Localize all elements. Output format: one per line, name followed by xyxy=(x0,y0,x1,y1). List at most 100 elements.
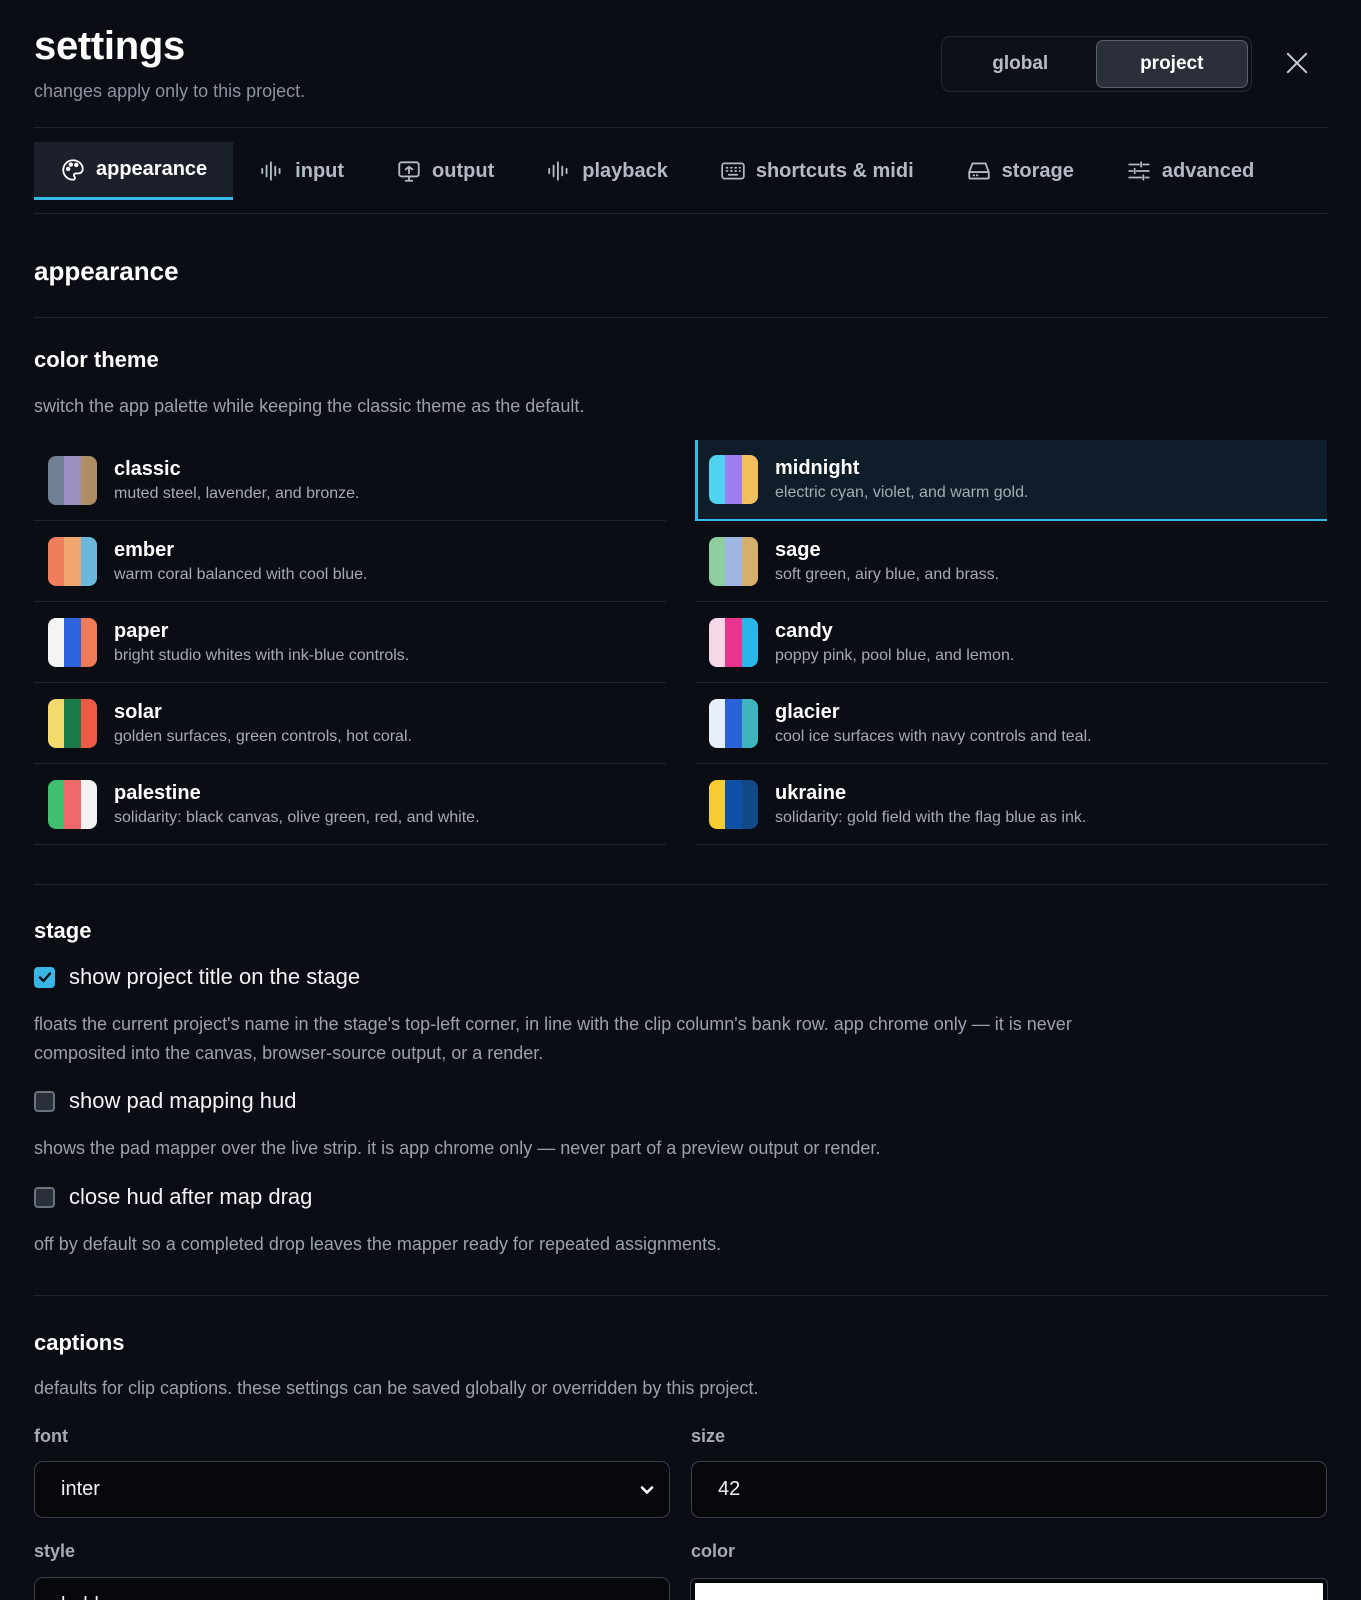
check-icon xyxy=(38,972,51,983)
font-label: font xyxy=(34,1426,68,1446)
theme-description: cool ice surfaces with navy controls and… xyxy=(775,727,1092,745)
tab-input[interactable]: input xyxy=(233,142,370,200)
checkbox-label: show project title on the stage xyxy=(69,964,361,989)
tab-label: playback xyxy=(582,159,668,182)
checkbox-label: close hud after map drag xyxy=(69,1184,313,1209)
color-label: color xyxy=(691,1541,736,1561)
theme-name: ember xyxy=(114,538,175,561)
theme-description: soft green, airy blue, and brass. xyxy=(775,565,1000,583)
divider xyxy=(34,317,1327,318)
theme-description: electric cyan, violet, and warm gold. xyxy=(775,484,1029,501)
sliders-icon xyxy=(1128,161,1150,181)
theme-name: paper xyxy=(114,619,169,642)
divider xyxy=(34,884,1327,885)
theme-name: palestine xyxy=(114,781,201,804)
divider xyxy=(34,213,1327,214)
section-title: appearance xyxy=(34,256,179,286)
waveform-icon xyxy=(261,161,281,181)
theme-name: glacier xyxy=(775,700,840,723)
page-subtitle: changes apply only to this project. xyxy=(34,81,306,101)
theme-option-classic[interactable]: classic muted steel, lavender, and bronze… xyxy=(34,440,666,521)
option-description: shows the pad mapper over the live strip… xyxy=(34,1138,881,1158)
checkbox[interactable] xyxy=(34,1186,55,1208)
size-label: size xyxy=(691,1426,726,1446)
checkbox[interactable] xyxy=(34,1090,55,1112)
palette-icon xyxy=(62,158,84,181)
theme-description: warm coral balanced with cool blue. xyxy=(114,565,368,583)
theme-option-glacier[interactable]: glacier cool ice surfaces with navy contr… xyxy=(695,683,1327,764)
theme-swatch xyxy=(709,455,758,504)
theme-description: solidarity: gold field with the flag blu… xyxy=(775,808,1087,826)
theme-option-midnight[interactable]: midnight electric cyan, violet, and warm … xyxy=(695,440,1327,521)
option-description: off by default so a completed drop leave… xyxy=(34,1234,722,1254)
theme-swatch xyxy=(709,698,758,748)
tab-label: appearance xyxy=(96,158,208,180)
theme-description: poppy pink, pool blue, and lemon. xyxy=(775,646,1015,664)
color-picker[interactable] xyxy=(690,1578,1328,1600)
scope-global-button[interactable]: global xyxy=(945,40,1096,88)
theme-name: sage xyxy=(775,538,821,561)
style-select-value: bold xyxy=(61,1594,99,1600)
theme-description: bright studio whites with ink-blue contr… xyxy=(114,646,410,664)
theme-swatch xyxy=(709,536,758,586)
theme-description: solidarity: black canvas, olive green, r… xyxy=(114,808,480,826)
theme-swatch xyxy=(709,617,758,667)
close-icon[interactable] xyxy=(1284,50,1310,76)
option-description: floats the current project's name in the… xyxy=(34,1014,1072,1063)
theme-option-ember[interactable]: ember warm coral balanced with cool blue. xyxy=(34,521,666,602)
theme-name: solar xyxy=(114,700,162,723)
keyboard-icon xyxy=(721,162,745,180)
tab-label: advanced xyxy=(1161,159,1255,182)
drive-icon xyxy=(967,162,990,180)
tab-storage[interactable]: storage xyxy=(940,142,1100,200)
waveform-icon xyxy=(548,161,568,181)
size-input-value: 42 xyxy=(718,1478,741,1500)
tab-label: output xyxy=(432,159,495,182)
theme-swatch xyxy=(48,779,97,829)
tab-advanced[interactable]: advanced xyxy=(1100,142,1280,200)
settings-tabs: appearance input output playback shortcu… xyxy=(34,142,1280,200)
color-theme-heading: color theme xyxy=(34,347,159,372)
tab-shortcuts-midi[interactable]: shortcuts & midi xyxy=(694,142,940,200)
tab-label: input xyxy=(295,159,345,182)
theme-name: candy xyxy=(775,619,833,642)
font-select[interactable]: inter xyxy=(34,1461,670,1518)
divider xyxy=(34,127,1327,128)
theme-option-ukraine[interactable]: ukraine solidarity: gold field with the f… xyxy=(695,764,1327,845)
theme-description: muted steel, lavender, and bronze. xyxy=(114,484,360,502)
color-theme-description: switch the app palette while keeping the… xyxy=(34,396,585,416)
tab-playback[interactable]: playback xyxy=(520,142,694,200)
chevron-down-icon xyxy=(640,1486,654,1494)
tab-appearance[interactable]: appearance xyxy=(34,142,234,200)
font-select-value: inter xyxy=(61,1478,100,1500)
captions-heading: captions xyxy=(34,1330,125,1355)
theme-swatch xyxy=(48,698,97,748)
show-project-title-checkbox[interactable]: show project title on the stage xyxy=(34,964,360,990)
close-hud-after-map-drag-checkbox[interactable]: close hud after map drag xyxy=(34,1184,312,1210)
scope-toggle: global project xyxy=(941,36,1252,92)
divider xyxy=(34,1295,1327,1296)
theme-option-solar[interactable]: solar golden surfaces, green controls, ho… xyxy=(34,683,666,764)
checkbox-label: show pad mapping hud xyxy=(69,1088,297,1113)
theme-option-candy[interactable]: candy poppy pink, pool blue, and lemon. xyxy=(695,602,1327,683)
theme-name: classic xyxy=(114,457,181,480)
theme-option-palestine[interactable]: palestine solidarity: black canvas, olive… xyxy=(34,764,666,845)
tab-output[interactable]: output xyxy=(370,142,520,200)
theme-swatch xyxy=(48,455,97,505)
size-input[interactable]: 42 xyxy=(691,1461,1327,1518)
theme-option-paper[interactable]: paper bright studio whites with ink-blue … xyxy=(34,602,666,683)
tab-label: storage xyxy=(1001,159,1074,182)
style-label: style xyxy=(34,1541,76,1561)
theme-swatch xyxy=(48,536,97,586)
theme-swatch xyxy=(48,617,97,667)
scope-project-button[interactable]: project xyxy=(1095,40,1248,88)
checkbox[interactable] xyxy=(34,966,55,988)
page-title: settings xyxy=(34,24,185,68)
theme-option-sage[interactable]: sage soft green, airy blue, and brass. xyxy=(695,521,1327,602)
tab-label: shortcuts & midi xyxy=(755,159,914,182)
style-select[interactable]: bold xyxy=(34,1577,670,1600)
show-pad-mapping-hud-checkbox[interactable]: show pad mapping hud xyxy=(34,1088,297,1114)
theme-description: golden surfaces, green controls, hot cor… xyxy=(114,727,412,745)
monitor-upload-icon xyxy=(398,161,420,182)
captions-description: defaults for clip captions. these settin… xyxy=(34,1378,759,1398)
